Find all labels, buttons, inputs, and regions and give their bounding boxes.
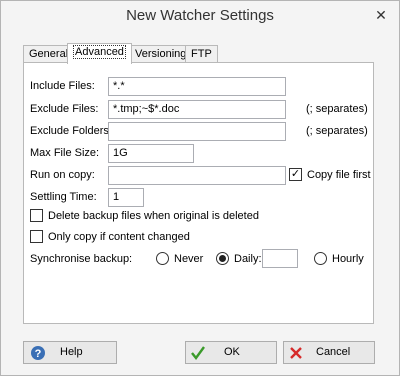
tab-general-label: General: [29, 48, 69, 60]
cancel-button[interactable]: Cancel: [283, 341, 375, 364]
sync-daily-label: Daily:: [234, 253, 262, 265]
exclude-files-label: Exclude Files:: [30, 103, 99, 115]
delete-backup-checkbox[interactable]: [30, 209, 43, 222]
help-button-label: Help: [60, 346, 83, 358]
copy-file-first-checkbox[interactable]: ✓: [289, 168, 302, 181]
include-files-label: Include Files:: [30, 80, 95, 92]
settling-time-label: Settling Time:: [30, 191, 97, 203]
radio-selected-dot: [219, 255, 226, 262]
tab-advanced[interactable]: Advanced: [67, 43, 132, 64]
cancel-button-label: Cancel: [316, 346, 351, 358]
exclude-folders-input[interactable]: [108, 122, 286, 141]
checkmark-icon: [190, 345, 206, 361]
advanced-panel: Include Files: *.* Exclude Files: *.tmp;…: [23, 62, 374, 324]
exclude-folders-label: Exclude Folders:: [30, 125, 112, 137]
sync-hourly-label: Hourly: [332, 253, 364, 265]
window-title: New Watcher Settings: [126, 7, 274, 24]
run-on-copy-label: Run on copy:: [30, 169, 95, 181]
tab-ftp[interactable]: FTP: [185, 45, 218, 63]
delete-backup-label: Delete backup files when original is del…: [48, 210, 259, 222]
sync-never-radio[interactable]: [156, 252, 169, 265]
tab-versioning[interactable]: Versioning: [129, 45, 193, 63]
close-icon[interactable]: ✕: [373, 7, 389, 23]
tab-versioning-label: Versioning: [135, 48, 187, 60]
max-file-size-input[interactable]: 1G: [108, 144, 194, 163]
only-copy-changed-checkbox[interactable]: [30, 230, 43, 243]
sync-daily-time-input[interactable]: [262, 249, 298, 268]
tab-ftp-label: FTP: [191, 48, 212, 60]
title-bar: New Watcher Settings ✕: [1, 1, 399, 31]
svg-text:?: ?: [35, 348, 42, 360]
include-files-input[interactable]: *.*: [108, 77, 286, 96]
ok-button-label: OK: [224, 346, 240, 358]
synchronise-backup-label: Synchronise backup:: [30, 253, 133, 265]
sync-never-label: Never: [174, 253, 204, 265]
exclude-files-input[interactable]: *.tmp;~$*.doc: [108, 100, 286, 119]
settling-time-input[interactable]: 1: [108, 188, 144, 207]
sync-hourly-radio[interactable]: [314, 252, 327, 265]
tab-advanced-label: Advanced: [73, 45, 126, 59]
ok-button[interactable]: OK: [185, 341, 277, 364]
only-copy-changed-label: Only copy if content changed: [48, 231, 190, 243]
exclude-files-hint: (; separates): [306, 103, 368, 115]
help-button[interactable]: ? Help: [23, 341, 117, 364]
copy-file-first-label: Copy file first: [307, 169, 371, 181]
max-file-size-label: Max File Size:: [30, 147, 100, 159]
run-on-copy-input[interactable]: [108, 166, 286, 185]
sync-daily-radio[interactable]: [216, 252, 229, 265]
exclude-folders-hint: (; separates): [306, 125, 368, 137]
cross-icon: [288, 345, 304, 361]
dialog-window: New Watcher Settings ✕ General Advanced …: [0, 0, 400, 376]
help-icon: ?: [30, 345, 46, 361]
